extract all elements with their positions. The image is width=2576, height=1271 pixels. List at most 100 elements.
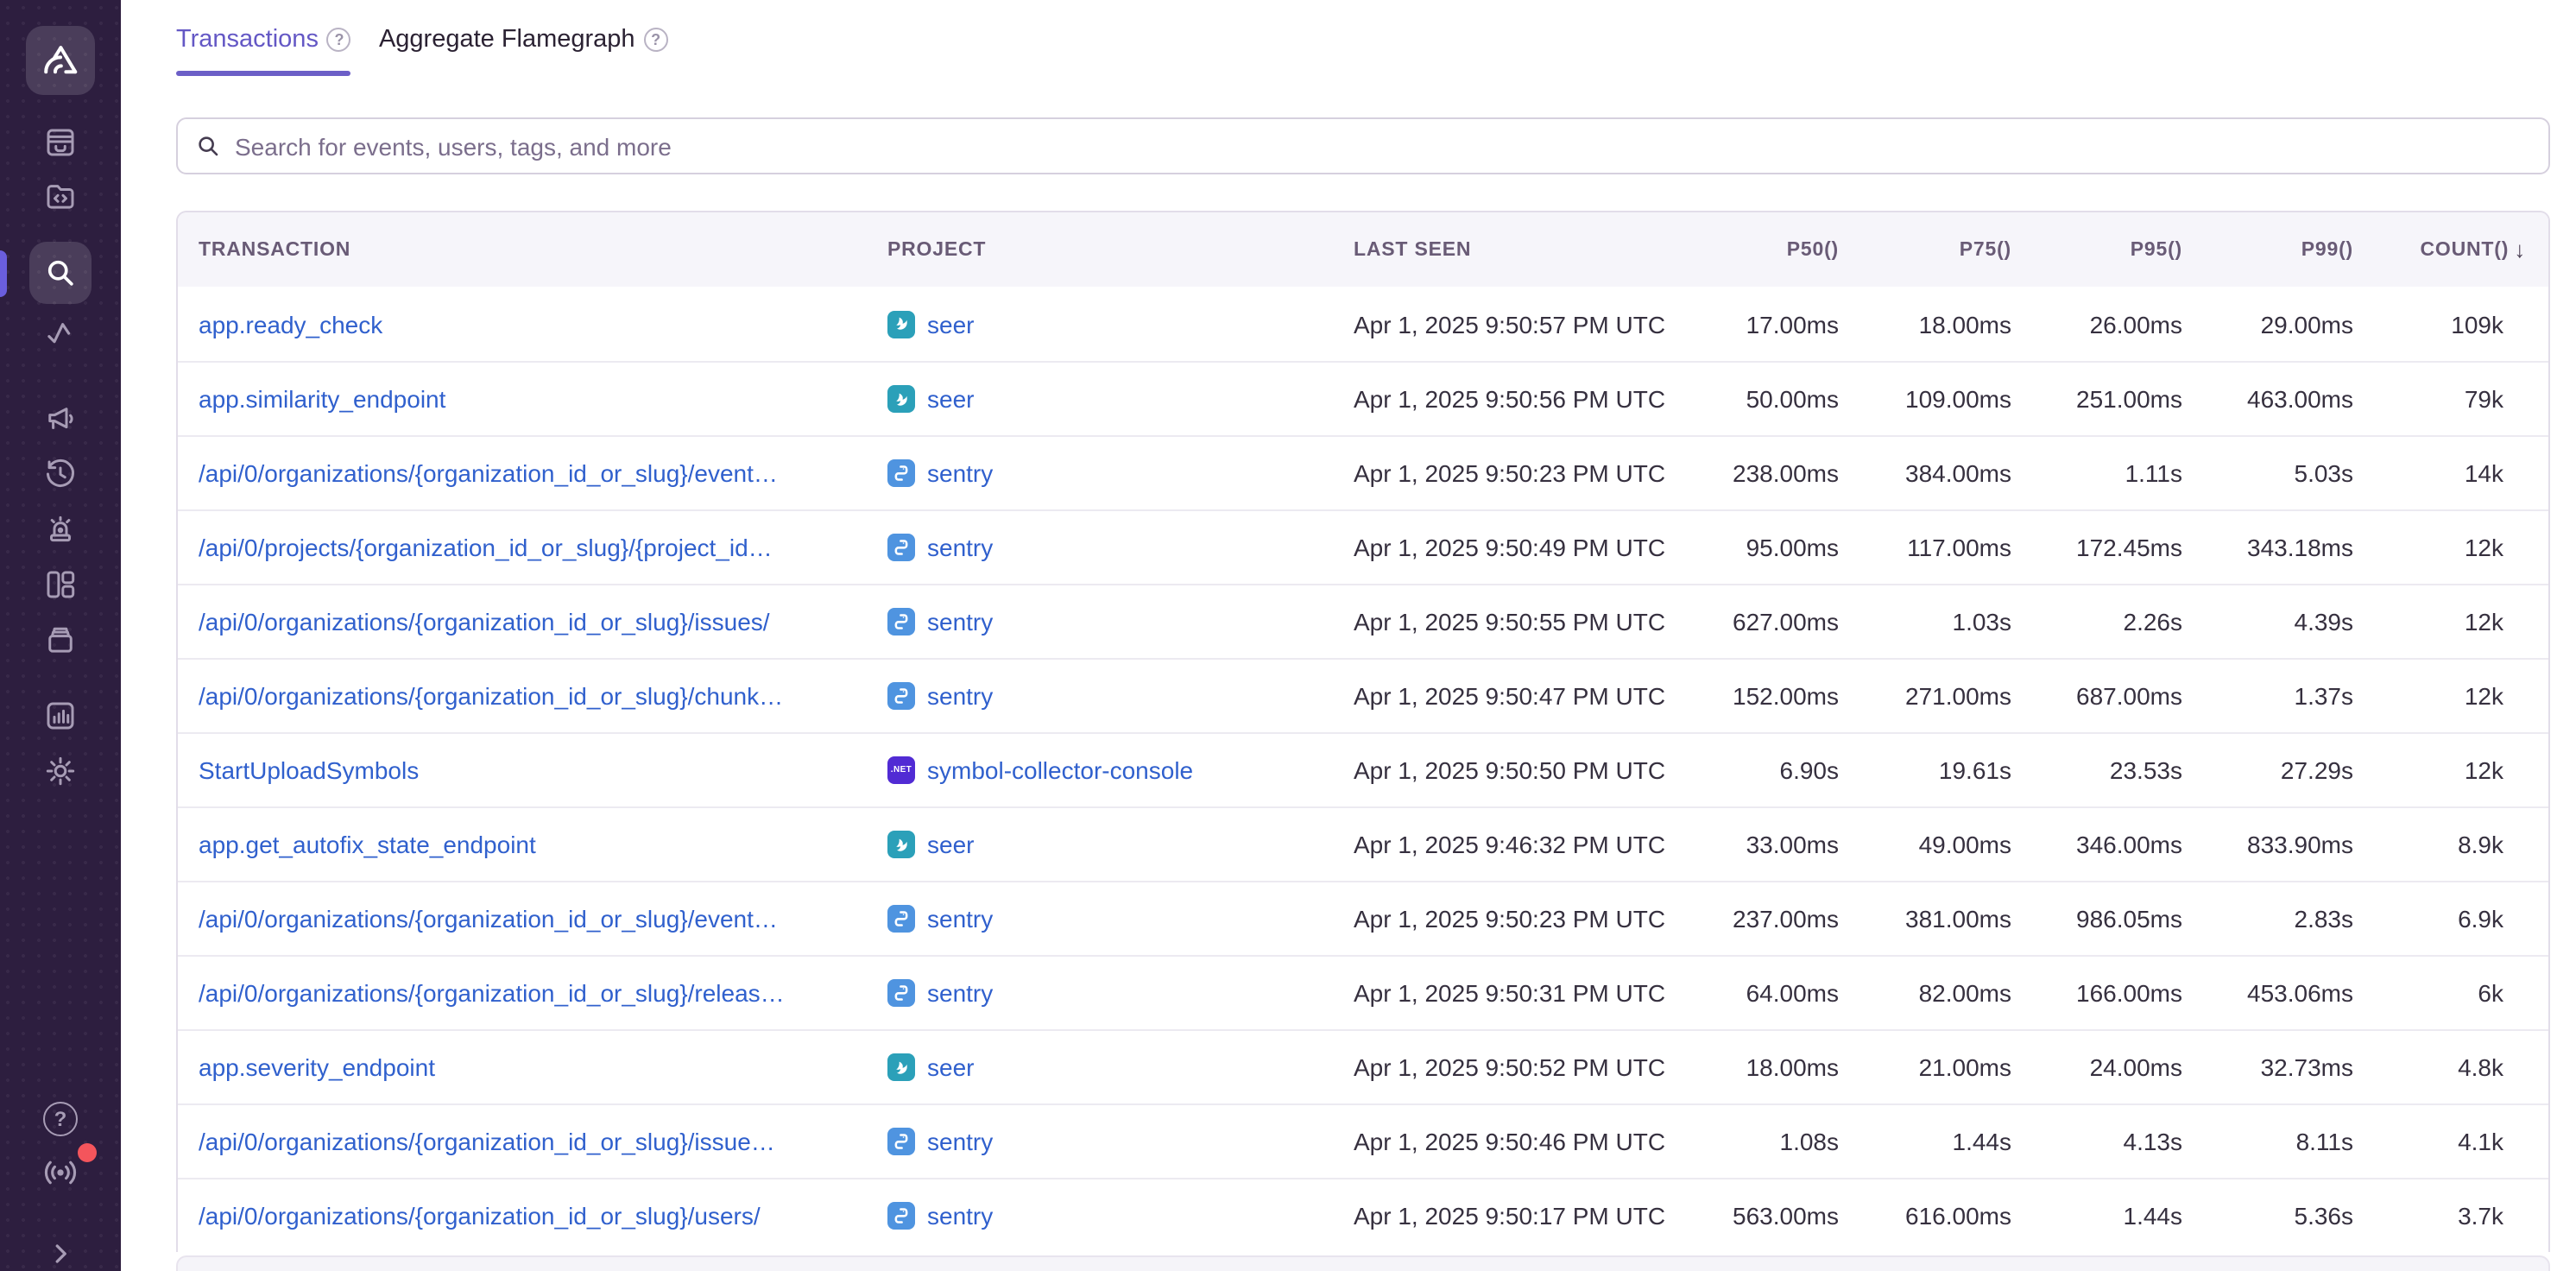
notification-dot — [78, 1143, 97, 1162]
p99-cell: 1.37s — [2194, 682, 2365, 710]
p75-cell: 82.00ms — [1851, 979, 2024, 1007]
count-cell: 3.7k — [2365, 1202, 2548, 1230]
search-input[interactable] — [235, 132, 2531, 160]
project-link[interactable]: sentry — [927, 608, 993, 636]
project-link[interactable]: seer — [927, 385, 974, 413]
broadcast-icon[interactable] — [41, 1154, 79, 1192]
project-link[interactable]: sentry — [927, 1128, 993, 1155]
python-project-icon — [887, 1202, 915, 1230]
table-row: /api/0/projects/{organization_id_or_slug… — [178, 509, 2548, 584]
python-project-icon — [887, 608, 915, 636]
expand-icon[interactable] — [45, 1238, 76, 1269]
last-seen-cell: Apr 1, 2025 9:50:56 PM UTC — [1354, 385, 1682, 413]
col-header-p75[interactable]: P75() — [1851, 239, 2024, 260]
gear-icon[interactable] — [42, 753, 79, 789]
transaction-link[interactable]: /api/0/organizations/{organization_id_or… — [199, 608, 770, 636]
tab-transactions[interactable]: Transactions ? — [176, 26, 351, 76]
seer-project-icon — [887, 1053, 915, 1081]
count-cell: 12k — [2365, 682, 2548, 710]
help-circle-icon[interactable]: ? — [327, 28, 351, 52]
p99-cell: 29.00ms — [2194, 310, 2365, 338]
table-row: /api/0/organizations/{organization_id_or… — [178, 1103, 2548, 1178]
p95-cell: 1.44s — [2024, 1202, 2194, 1230]
project-link[interactable]: sentry — [927, 682, 993, 710]
help-icon[interactable]: ? — [43, 1102, 78, 1136]
inbox-icon[interactable] — [42, 124, 79, 161]
transaction-link[interactable]: /api/0/organizations/{organization_id_or… — [199, 1202, 761, 1230]
p75-cell: 616.00ms — [1851, 1202, 2024, 1230]
python-project-icon — [887, 682, 915, 710]
dashboard-icon[interactable] — [42, 566, 79, 603]
help-circle-icon[interactable]: ? — [644, 28, 668, 52]
p95-cell: 251.00ms — [2024, 385, 2194, 413]
sort-descending-icon[interactable]: ↓ — [2514, 237, 2526, 262]
project-link[interactable]: seer — [927, 831, 974, 858]
transaction-link[interactable]: StartUploadSymbols — [199, 756, 419, 784]
main-content: Transactions ? Aggregate Flamegraph ? TR… — [121, 0, 2576, 1271]
tab-bar: Transactions ? Aggregate Flamegraph ? — [176, 26, 668, 76]
col-header-project[interactable]: PROJECT — [887, 239, 1354, 260]
python-project-icon — [887, 1128, 915, 1155]
p75-cell: 117.00ms — [1851, 534, 2024, 561]
archive-icon[interactable] — [42, 622, 79, 658]
count-cell: 12k — [2365, 534, 2548, 561]
transaction-link[interactable]: app.similarity_endpoint — [199, 385, 445, 413]
megaphone-icon[interactable] — [42, 401, 79, 437]
p95-cell: 1.11s — [2024, 459, 2194, 487]
siren-icon[interactable] — [42, 511, 79, 547]
p95-cell: 986.05ms — [2024, 905, 2194, 933]
transaction-link[interactable]: app.severity_endpoint — [199, 1053, 435, 1081]
col-header-count[interactable]: COUNT() ↓ — [2365, 237, 2548, 262]
p99-cell: 32.73ms — [2194, 1053, 2365, 1081]
col-header-p50[interactable]: P50() — [1682, 239, 1851, 260]
transaction-link[interactable]: /api/0/organizations/{organization_id_or… — [199, 905, 778, 933]
transaction-link[interactable]: /api/0/projects/{organization_id_or_slug… — [199, 534, 773, 561]
project-link[interactable]: symbol-collector-console — [927, 756, 1193, 784]
project-link[interactable]: sentry — [927, 534, 993, 561]
transaction-link[interactable]: /api/0/organizations/{organization_id_or… — [199, 1128, 775, 1155]
project-link[interactable]: sentry — [927, 979, 993, 1007]
transactions-table: TRANSACTION PROJECT LAST SEEN P50() P75(… — [176, 211, 2550, 1252]
project-link[interactable]: sentry — [927, 905, 993, 933]
project-link[interactable]: seer — [927, 1053, 974, 1081]
table-row: app.severity_endpoint seer Apr 1, 2025 9… — [178, 1029, 2548, 1103]
col-header-p95[interactable]: P95() — [2024, 239, 2194, 260]
seer-project-icon — [887, 831, 915, 858]
python-project-icon — [887, 459, 915, 487]
search-glass-icon — [195, 133, 221, 159]
col-header-p99[interactable]: P99() — [2194, 239, 2365, 260]
project-link[interactable]: seer — [927, 310, 974, 338]
transaction-link[interactable]: /api/0/organizations/{organization_id_or… — [199, 979, 785, 1007]
transaction-link[interactable]: /api/0/organizations/{organization_id_or… — [199, 682, 783, 710]
search-bar[interactable] — [176, 117, 2550, 174]
col-header-transaction[interactable]: TRANSACTION — [178, 239, 887, 260]
stats-icon[interactable] — [42, 698, 79, 734]
active-nav-indicator — [0, 250, 7, 297]
p75-cell: 18.00ms — [1851, 310, 2024, 338]
history-icon[interactable] — [42, 456, 79, 492]
tab-aggregate-flamegraph[interactable]: Aggregate Flamegraph ? — [379, 26, 668, 76]
pulse-icon[interactable] — [42, 316, 79, 352]
tab-aggregate-flamegraph-label: Aggregate Flamegraph — [379, 26, 635, 54]
p50-cell: 18.00ms — [1682, 1053, 1851, 1081]
count-cell: 4.1k — [2365, 1128, 2548, 1155]
transaction-link[interactable]: app.ready_check — [199, 310, 382, 338]
p50-cell: 152.00ms — [1682, 682, 1851, 710]
code-folder-icon[interactable] — [42, 178, 79, 214]
table-row: app.ready_check seer Apr 1, 2025 9:50:57… — [178, 287, 2548, 361]
p50-cell: 627.00ms — [1682, 608, 1851, 636]
table-row: /api/0/organizations/{organization_id_or… — [178, 584, 2548, 658]
col-header-last-seen[interactable]: LAST SEEN — [1354, 239, 1682, 260]
project-link[interactable]: sentry — [927, 459, 993, 487]
project-link[interactable]: sentry — [927, 1202, 993, 1230]
transaction-link[interactable]: app.get_autofix_state_endpoint — [199, 831, 536, 858]
p99-cell: 5.36s — [2194, 1202, 2365, 1230]
p50-cell: 17.00ms — [1682, 310, 1851, 338]
transaction-link[interactable]: /api/0/organizations/{organization_id_or… — [199, 459, 778, 487]
last-seen-cell: Apr 1, 2025 9:50:49 PM UTC — [1354, 534, 1682, 561]
search-icon[interactable] — [29, 242, 92, 304]
sentry-logo[interactable] — [26, 26, 95, 95]
p99-cell: 27.29s — [2194, 756, 2365, 784]
p75-cell: 381.00ms — [1851, 905, 2024, 933]
p50-cell: 64.00ms — [1682, 979, 1851, 1007]
